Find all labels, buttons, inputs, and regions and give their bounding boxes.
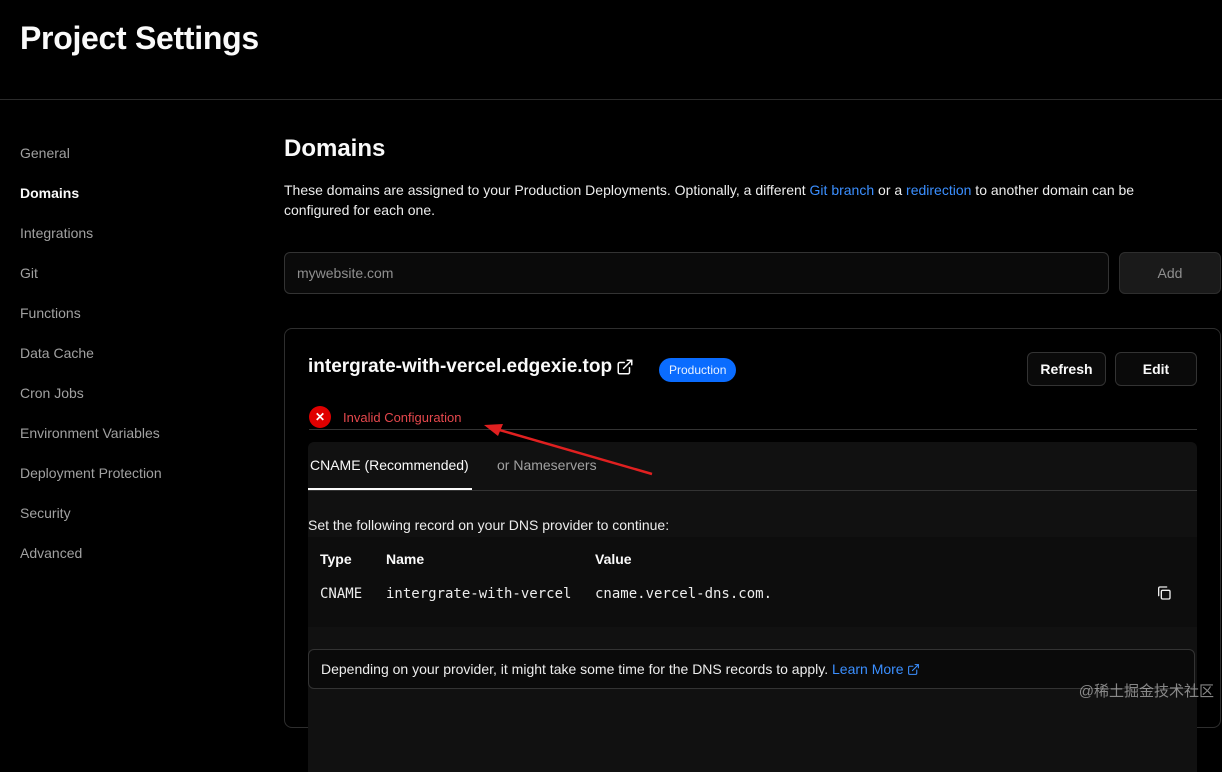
table-header-value: Value	[595, 551, 632, 567]
sidebar-item-data-cache[interactable]: Data Cache	[20, 333, 250, 373]
learn-more-label: Learn More	[832, 661, 904, 677]
note-text: Depending on your provider, it might tak…	[321, 661, 832, 677]
edit-button[interactable]: Edit	[1115, 352, 1197, 386]
status-text: Invalid Configuration	[343, 409, 462, 425]
top-header: Project Settings	[0, 0, 1222, 100]
external-link-icon	[617, 359, 633, 375]
sidebar-item-cron-jobs[interactable]: Cron Jobs	[20, 373, 250, 413]
sidebar-item-git[interactable]: Git	[20, 253, 250, 293]
sidebar-item-general[interactable]: General	[20, 133, 250, 173]
redirection-link[interactable]: redirection	[906, 182, 971, 198]
sidebar-item-functions[interactable]: Functions	[20, 293, 250, 333]
divider	[309, 429, 1197, 430]
section-description: These domains are assigned to your Produ…	[284, 180, 1194, 220]
external-link-icon	[907, 663, 919, 675]
production-badge: Production	[659, 358, 737, 382]
record-type: CNAME	[320, 586, 363, 602]
record-value: cname.vercel-dns.com.	[595, 586, 773, 602]
sidebar-item-security[interactable]: Security	[20, 493, 250, 533]
tab-strip: CNAME (Recommended) or Nameservers	[308, 442, 1197, 491]
sidebar-item-advanced[interactable]: Advanced	[20, 533, 250, 573]
domain-name: intergrate-with-vercel.edgexie.top	[308, 356, 613, 377]
sidebar-item-domains[interactable]: Domains	[20, 173, 250, 213]
sidebar-item-deployment-protection[interactable]: Deployment Protection	[20, 453, 250, 493]
instruction-text: Set the following record on your DNS pro…	[308, 517, 670, 533]
domain-input[interactable]	[284, 252, 1109, 294]
domain-name-link[interactable]: intergrate-with-vercel.edgexie.top	[308, 356, 634, 378]
git-branch-link[interactable]: Git branch	[810, 182, 875, 198]
watermark: @稀土掘金技术社区	[1078, 683, 1214, 700]
page-title: Project Settings	[20, 20, 259, 56]
dns-record-table: Type Name Value CNAME intergrate-with-ve…	[308, 537, 1197, 627]
settings-sidebar: General Domains Integrations Git Functio…	[20, 133, 250, 573]
table-header-name: Name	[386, 551, 425, 567]
domains-section: Domains These domains are assigned to yo…	[284, 120, 1222, 294]
tab-nameservers[interactable]: or Nameservers	[497, 442, 597, 490]
error-x-icon: ✕	[309, 406, 331, 428]
copy-icon[interactable]	[1156, 585, 1172, 601]
tab-cname[interactable]: CNAME (Recommended)	[308, 442, 472, 490]
section-title: Domains	[284, 135, 386, 162]
refresh-button[interactable]: Refresh	[1027, 352, 1106, 386]
sidebar-item-integrations[interactable]: Integrations	[20, 213, 250, 253]
description-text: These domains are assigned to your Produ…	[284, 182, 810, 198]
record-name: intergrate-with-vercel	[386, 586, 572, 602]
propagation-note: Depending on your provider, it might tak…	[308, 649, 1195, 689]
learn-more-link[interactable]: Learn More	[832, 650, 920, 688]
sidebar-item-environment-variables[interactable]: Environment Variables	[20, 413, 250, 453]
add-domain-row: Add	[284, 252, 1222, 294]
domain-card: intergrate-with-vercel.edgexie.top Produ…	[284, 328, 1221, 772]
table-header-type: Type	[320, 551, 352, 567]
dns-config-panel: CNAME (Recommended) or Nameservers Set t…	[308, 442, 1197, 772]
status-row: ✕ Invalid Configuration	[309, 406, 462, 428]
add-domain-button[interactable]: Add	[1119, 252, 1221, 294]
description-text: or a	[874, 182, 907, 198]
